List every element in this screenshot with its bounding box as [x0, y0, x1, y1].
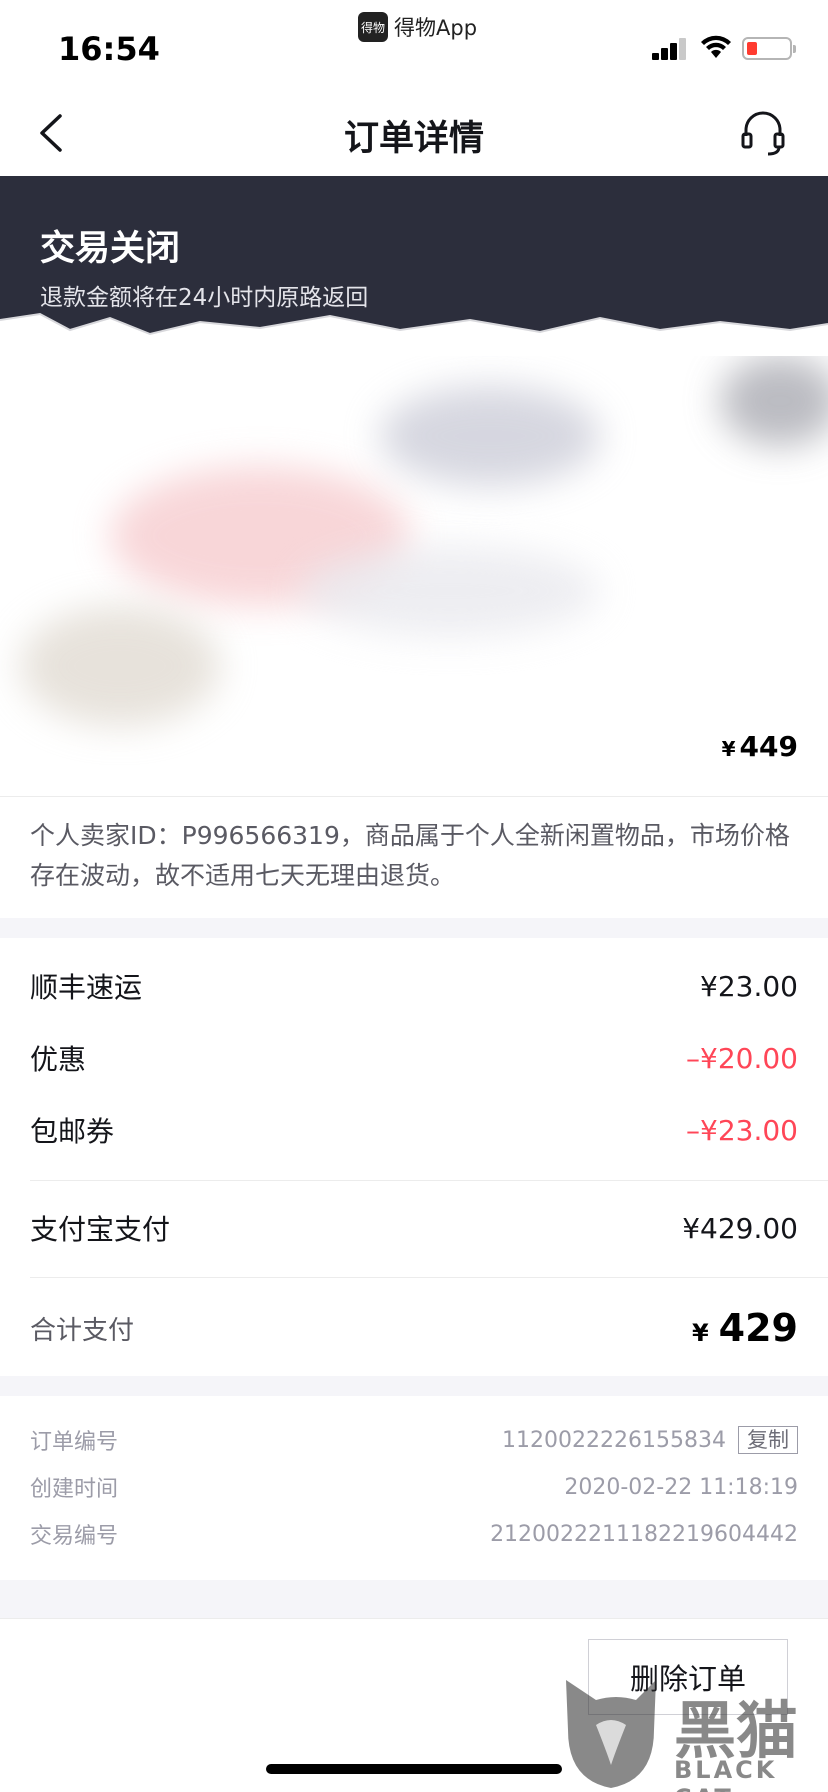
divider — [30, 1277, 828, 1278]
redaction-smudge — [20, 606, 220, 726]
watermark-logo: 黑猫 BLACK CAT — [556, 1670, 828, 1792]
wifi-icon — [701, 35, 731, 58]
cellular-signal-icon — [652, 38, 688, 60]
home-indicator[interactable] — [266, 1764, 562, 1774]
section-gap — [0, 1580, 828, 1618]
redaction-smudge — [380, 386, 600, 486]
divider — [30, 1180, 828, 1181]
redaction-smudge — [300, 546, 600, 636]
order-number: 1120022226155834 — [502, 1427, 726, 1453]
created-time-row: 创建时间 2020-02-22 11:18:19 — [30, 1474, 798, 1503]
status-time: 16:54 — [58, 30, 160, 68]
cat-logo-icon — [566, 1680, 656, 1788]
copy-button[interactable]: 复制 — [738, 1426, 798, 1454]
total-row: 合计支付 ¥429 — [30, 1306, 798, 1350]
order-number-row: 订单编号 1120022226155834 复制 — [30, 1423, 798, 1457]
headset-icon[interactable] — [738, 108, 788, 158]
cost-row-shipping: 顺丰速运 ¥23.00 — [30, 969, 798, 1005]
cost-row-discount: 优惠 –¥20.00 — [30, 1041, 798, 1077]
status-bar: 16:54 得物 得物App — [0, 0, 828, 90]
product-card[interactable]: ¥449 — [0, 356, 828, 796]
page-title: 订单详情 — [343, 119, 484, 159]
app-indicator: 得物 得物App — [358, 12, 477, 42]
product-price: ¥449 — [721, 730, 798, 763]
created-time: 2020-02-22 11:18:19 — [564, 1474, 798, 1500]
watermark-subtext: BLACK CAT — [674, 1756, 778, 1792]
order-status-title: 交易关闭 — [40, 229, 181, 269]
battery-icon — [742, 37, 796, 60]
section-gap — [0, 918, 828, 938]
section-gap — [0, 1376, 828, 1396]
app-name: 得物App — [394, 16, 478, 40]
payment-row: 支付宝支付 ¥429.00 — [30, 1211, 798, 1247]
total-amount: ¥429 — [691, 1306, 798, 1350]
app-logo-icon: 得物 — [358, 12, 388, 42]
redaction-smudge — [720, 356, 828, 446]
seller-note: 个人卖家ID：P996566319，商品属于个人全新闲置物品，市场价格存在波动，… — [30, 821, 790, 890]
divider — [0, 796, 828, 797]
cost-row-coupon: 包邮券 –¥23.00 — [30, 1113, 798, 1149]
nav-bar: 订单详情 — [0, 90, 828, 176]
trade-number: 2120022211182219604442 — [490, 1521, 798, 1547]
trade-number-row: 交易编号 2120022211182219604442 — [30, 1521, 798, 1550]
